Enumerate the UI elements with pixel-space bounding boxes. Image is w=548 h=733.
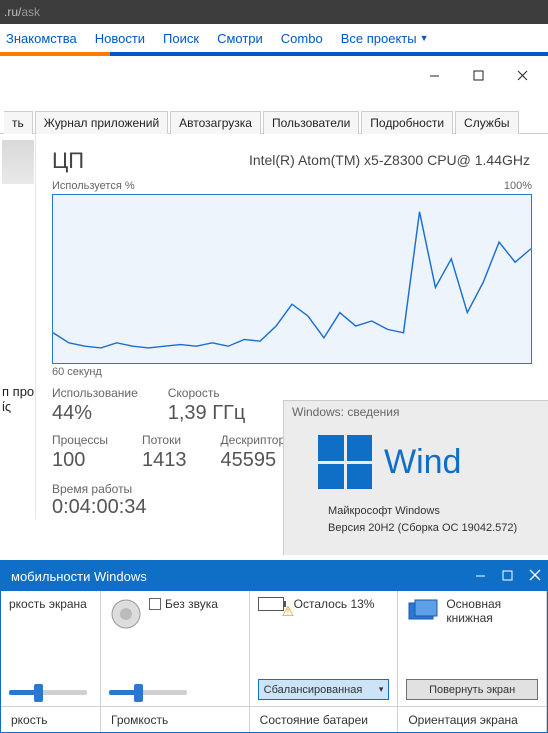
minimize-button[interactable] (475, 569, 486, 584)
winver-window: Windows: сведения Wind Майкрософт Window… (283, 400, 548, 555)
rotate-screen-button[interactable]: Повернуть экран (406, 679, 538, 700)
winver-line: Майкрософт Windows (328, 503, 548, 520)
stat-value: 1413 (142, 449, 187, 472)
chevron-down-icon: ▼ (420, 33, 429, 43)
stat-value: 100 (52, 449, 108, 472)
winver-line: Версия 20H2 (Сборка ОС 19042.572) (328, 520, 548, 537)
tile-battery: ⚠ Осталось 13% Сбалансированная▾ (250, 591, 399, 706)
mute-checkbox[interactable] (149, 598, 161, 610)
minimize-button[interactable] (412, 61, 456, 89)
windows-wordmark: Wind (384, 443, 461, 482)
tile-orientation: Основная книжная Повернуть экран (398, 591, 547, 706)
cpu-model: Intel(R) Atom(TM) x5-Z8300 CPU@ 1.44GHz (249, 152, 530, 168)
foot-label: Громкость (101, 706, 250, 732)
graph-y-label: Используется % (52, 180, 135, 192)
tab-details[interactable]: Подробности (361, 111, 453, 134)
battery-icon (258, 597, 284, 611)
close-button[interactable] (529, 569, 541, 584)
warning-icon: ⚠ (282, 603, 295, 620)
battery-status: Осталось 13% (294, 597, 375, 611)
graph-x-label: 60 секунд (52, 366, 532, 378)
address-bar[interactable]: .ru/ask (0, 0, 548, 24)
nav-link[interactable]: Поиск (163, 31, 199, 46)
stat-value: 1,39 ГГц (168, 402, 246, 425)
browser-chrome: .ru/ask Знакомства Новости Поиск Смотри … (0, 0, 548, 52)
browser-nav: Знакомства Новости Поиск Смотри Combo Вс… (0, 24, 548, 52)
tile-volume: Без звука (101, 591, 250, 706)
graph-y-max: 100% (504, 180, 532, 192)
foot-label: Ориентация экрана (398, 706, 547, 732)
taskmgr-tabs: ть Журнал приложений Автозагрузка Пользо… (0, 110, 548, 134)
stat-label: Потоки (142, 433, 187, 447)
power-plan-combo[interactable]: Сбалансированная▾ (258, 679, 390, 700)
tile-label: ркость экрана (9, 597, 87, 611)
accent-bar (0, 52, 548, 56)
window-titlebar (0, 60, 548, 90)
sidebar-cpu-thumb[interactable] (2, 140, 34, 184)
nav-link[interactable]: Знакомства (6, 31, 77, 46)
tab-performance[interactable]: ть (4, 111, 33, 134)
foot-label: Состояние батареи (250, 706, 399, 732)
maximize-button[interactable] (502, 569, 513, 584)
nav-link[interactable]: Смотри (217, 31, 263, 46)
mobility-titlebar: мобильности Windows (1, 561, 547, 591)
chevron-down-icon: ▾ (379, 684, 384, 695)
stat-label: Использование (52, 386, 138, 400)
tab-users[interactable]: Пользователи (263, 111, 359, 134)
stat-label: Скорость (168, 386, 246, 400)
url-path: ask (21, 5, 40, 19)
close-button[interactable] (500, 61, 544, 89)
volume-slider[interactable] (109, 690, 187, 700)
sidebar-cut-label: п проίς (2, 384, 35, 414)
brightness-slider[interactable] (9, 690, 87, 700)
tab-startup[interactable]: Автозагрузка (170, 111, 261, 134)
maximize-button[interactable] (456, 61, 500, 89)
tile-brightness: ркость экрана (1, 591, 101, 706)
windows-logo-icon (318, 435, 372, 489)
foot-label: ркость (1, 706, 101, 732)
mute-label: Без звука (165, 597, 218, 611)
monitor-icon (406, 597, 440, 631)
cpu-usage-graph (52, 194, 532, 364)
speaker-icon (109, 597, 143, 631)
winver-title: Windows: сведения (284, 401, 548, 423)
orientation-label: Основная книжная (446, 597, 501, 625)
mobility-title: мобильности Windows (11, 569, 147, 584)
nav-link[interactable]: Новости (95, 31, 145, 46)
tab-services[interactable]: Службы (455, 111, 518, 134)
tab-app-history[interactable]: Журнал приложений (35, 111, 168, 134)
stat-label: Процессы (52, 433, 108, 447)
nav-link[interactable]: Все проекты▼ (341, 31, 429, 46)
nav-link[interactable]: Combo (281, 31, 323, 46)
stat-value: 44% (52, 402, 138, 425)
mobility-center-window: мобильности Windows ркость экрана Без зв… (0, 560, 548, 733)
perf-sidebar: п проίς (0, 134, 36, 519)
url-host: .ru/ (4, 5, 21, 19)
